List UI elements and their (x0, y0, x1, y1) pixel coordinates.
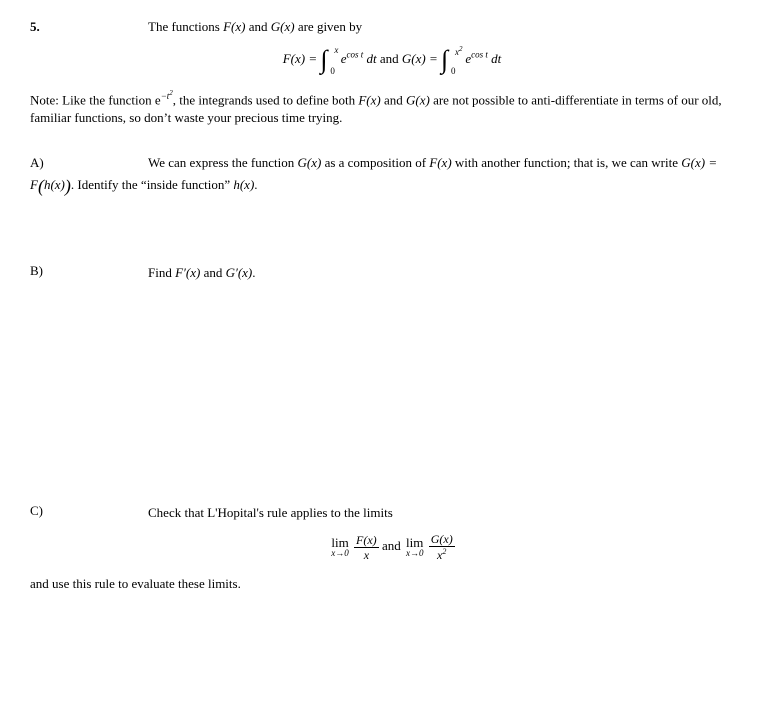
frac1-den: x (354, 548, 379, 561)
part-b-f-prime: F′(x) (175, 265, 200, 280)
frac2: G(x) x2 (429, 533, 455, 561)
part-a-gx: G(x) (297, 155, 321, 170)
part-c: C) Check that L'Hopital's rule applies t… (30, 504, 754, 590)
eq-f-lhs: F(x) = (283, 51, 321, 66)
integrand-f: ecos t dt (341, 51, 380, 66)
part-a: A)We can express the function G(x) as a … (30, 154, 754, 254)
lim1: lim x→0 (331, 536, 349, 558)
part-c-limits: lim x→0 F(x) x and lim x→0 G(x) x2 (30, 533, 754, 561)
intro-text-prefix: The functions (148, 19, 223, 34)
part-b-find: Find (148, 265, 175, 280)
part-c-content: Check that L'Hopital's rule applies to t… (148, 504, 754, 523)
part-b: B) Find F′(x) and G′(x). (30, 264, 754, 494)
note-prefix: Note: Like the function e (30, 92, 161, 107)
problem-header: 5. The functions F(x) and G(x) are given… (30, 20, 754, 33)
part-b-period: . (252, 265, 255, 280)
part-c-header: C) Check that L'Hopital's rule applies t… (30, 504, 754, 523)
integral-g: ∫ x2 0 (441, 47, 448, 73)
integrand-dt-f: dt (363, 51, 376, 66)
intro-gx: G(x) (271, 19, 295, 34)
int-upper-g: x2 (455, 46, 463, 57)
intro-fx: F(x) (223, 19, 245, 34)
part-a-line1-suf: with another function; that is, we can w… (452, 155, 682, 170)
integrand-exp-f: cos t (347, 50, 364, 60)
part-b-header: B) Find F′(x) and G′(x). (30, 264, 754, 283)
part-a-body: A)We can express the function G(x) as a … (30, 154, 754, 199)
part-b-g-prime: G′(x) (226, 265, 253, 280)
problem-intro: The functions F(x) and G(x) are given by (148, 20, 754, 33)
frac2-den: x2 (429, 547, 455, 561)
int-lower-f: 0 (330, 67, 335, 76)
part-a-line1-pre: We can express the function (148, 155, 297, 170)
note-exp-base: −t (161, 91, 170, 101)
integral-f: ∫ x 0 (320, 47, 327, 73)
lim2: lim x→0 (406, 536, 424, 558)
defining-equation: F(x) = ∫ x 0 ecos t dt and G(x) = ∫ x2 0… (30, 47, 754, 73)
frac2-num: G(x) (429, 533, 455, 547)
part-a-label: A) (30, 154, 148, 173)
int-upper-g-exp: 2 (459, 45, 463, 53)
lim1-sub: x→0 (331, 549, 349, 558)
int-upper-f: x (334, 46, 338, 55)
intro-suffix: are given by (295, 19, 363, 34)
integral-sign-f: ∫ (320, 47, 327, 73)
part-c-closing: and use this rule to evaluate these limi… (30, 577, 754, 590)
integral-sign-g: ∫ (441, 47, 448, 73)
part-c-and: and (382, 538, 404, 553)
note-block: Note: Like the function e−t2, the integr… (30, 89, 754, 126)
integrand-exp-g: cos t (471, 50, 488, 60)
part-c-label: C) (30, 504, 148, 517)
frac1: F(x) x (354, 534, 379, 561)
integrand-g: ecos t dt (465, 51, 501, 66)
part-b-label: B) (30, 264, 148, 277)
frac1-num: F(x) (354, 534, 379, 548)
lim2-sub: x→0 (406, 549, 424, 558)
part-b-and: and (200, 265, 225, 280)
part-a-line1-mid: as a composition of (321, 155, 429, 170)
part-a-hx: h(x) (44, 177, 65, 192)
integrand-dt-g: dt (488, 51, 501, 66)
eq-and: and (380, 51, 402, 66)
intro-and1: and (245, 19, 270, 34)
part-b-content: Find F′(x) and G′(x). (148, 264, 754, 283)
problem-number: 5. (30, 20, 148, 33)
part-a-fx: F(x) (429, 155, 451, 170)
eq-g-lhs: G(x) = (402, 51, 441, 66)
frac2-den-exp: 2 (442, 547, 446, 556)
part-a-suffix: . Identify the “inside function” h(x). (71, 177, 258, 192)
int-lower-g: 0 (451, 67, 456, 76)
note-exp: −t2 (161, 91, 173, 101)
